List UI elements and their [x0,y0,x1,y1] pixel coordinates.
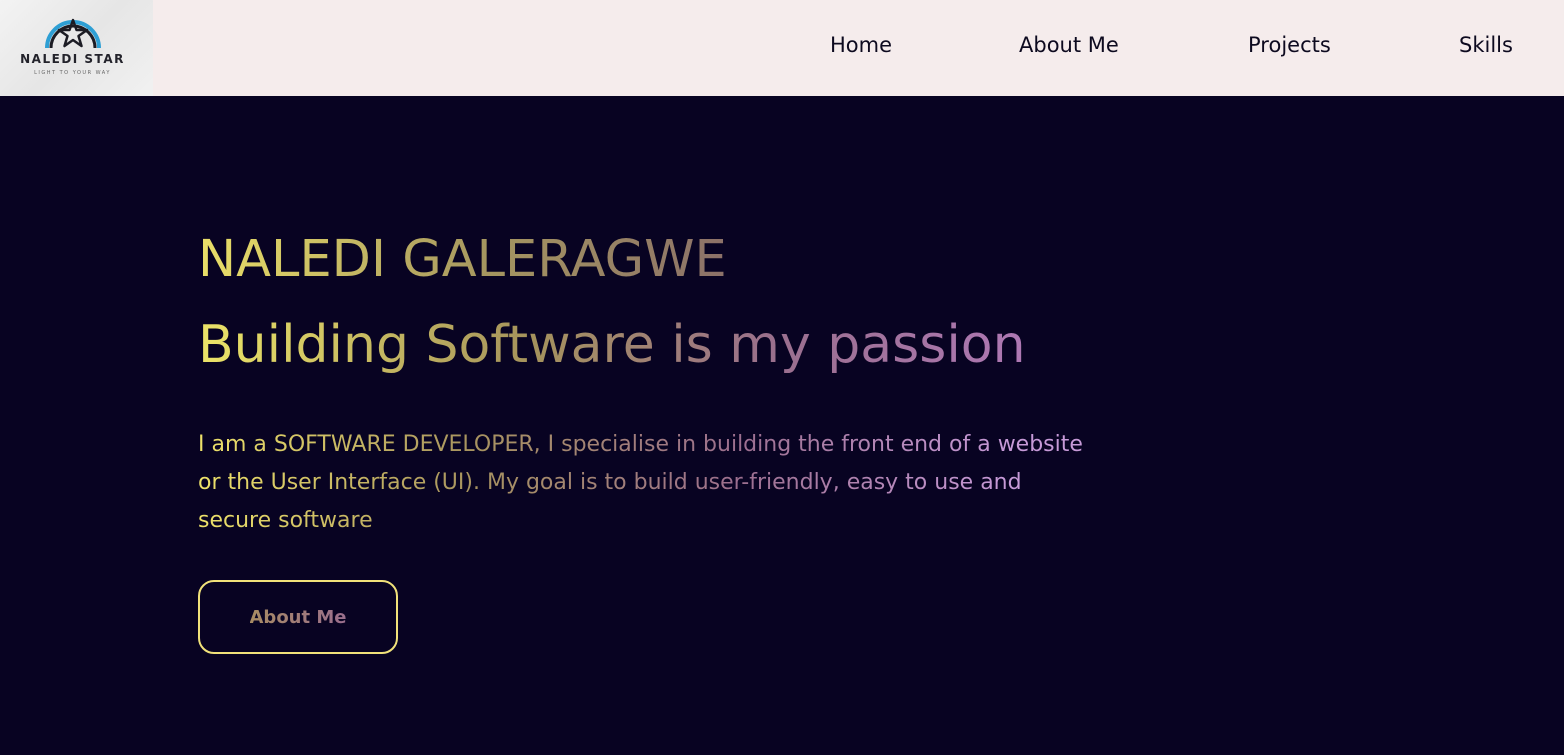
hero-headline: Building Software is my passion [198,315,1026,375]
star-in-arc-icon [45,18,101,49]
hero-section: NALEDI GALERAGWE Building Software is my… [0,96,1564,755]
hero-name: NALEDI GALERAGWE [198,230,727,289]
about-me-button[interactable]: About Me [198,580,398,654]
logo[interactable]: NALEDI STAR LIGHT TO YOUR WAY [0,0,153,96]
nav-link-projects[interactable]: Projects [1248,33,1331,57]
about-me-button-label: About Me [249,606,347,628]
nav-link-skills[interactable]: Skills [1459,33,1513,57]
nav-link-home[interactable]: Home [830,33,892,57]
hero-description: I am a SOFTWARE DEVELOPER, I specialise … [198,426,1098,540]
logo-tagline: LIGHT TO YOUR WAY [34,70,111,76]
nav-link-about-me[interactable]: About Me [1019,33,1119,57]
logo-name: NALEDI STAR [20,52,125,66]
navbar: NALEDI STAR LIGHT TO YOUR WAY Home About… [0,0,1564,96]
